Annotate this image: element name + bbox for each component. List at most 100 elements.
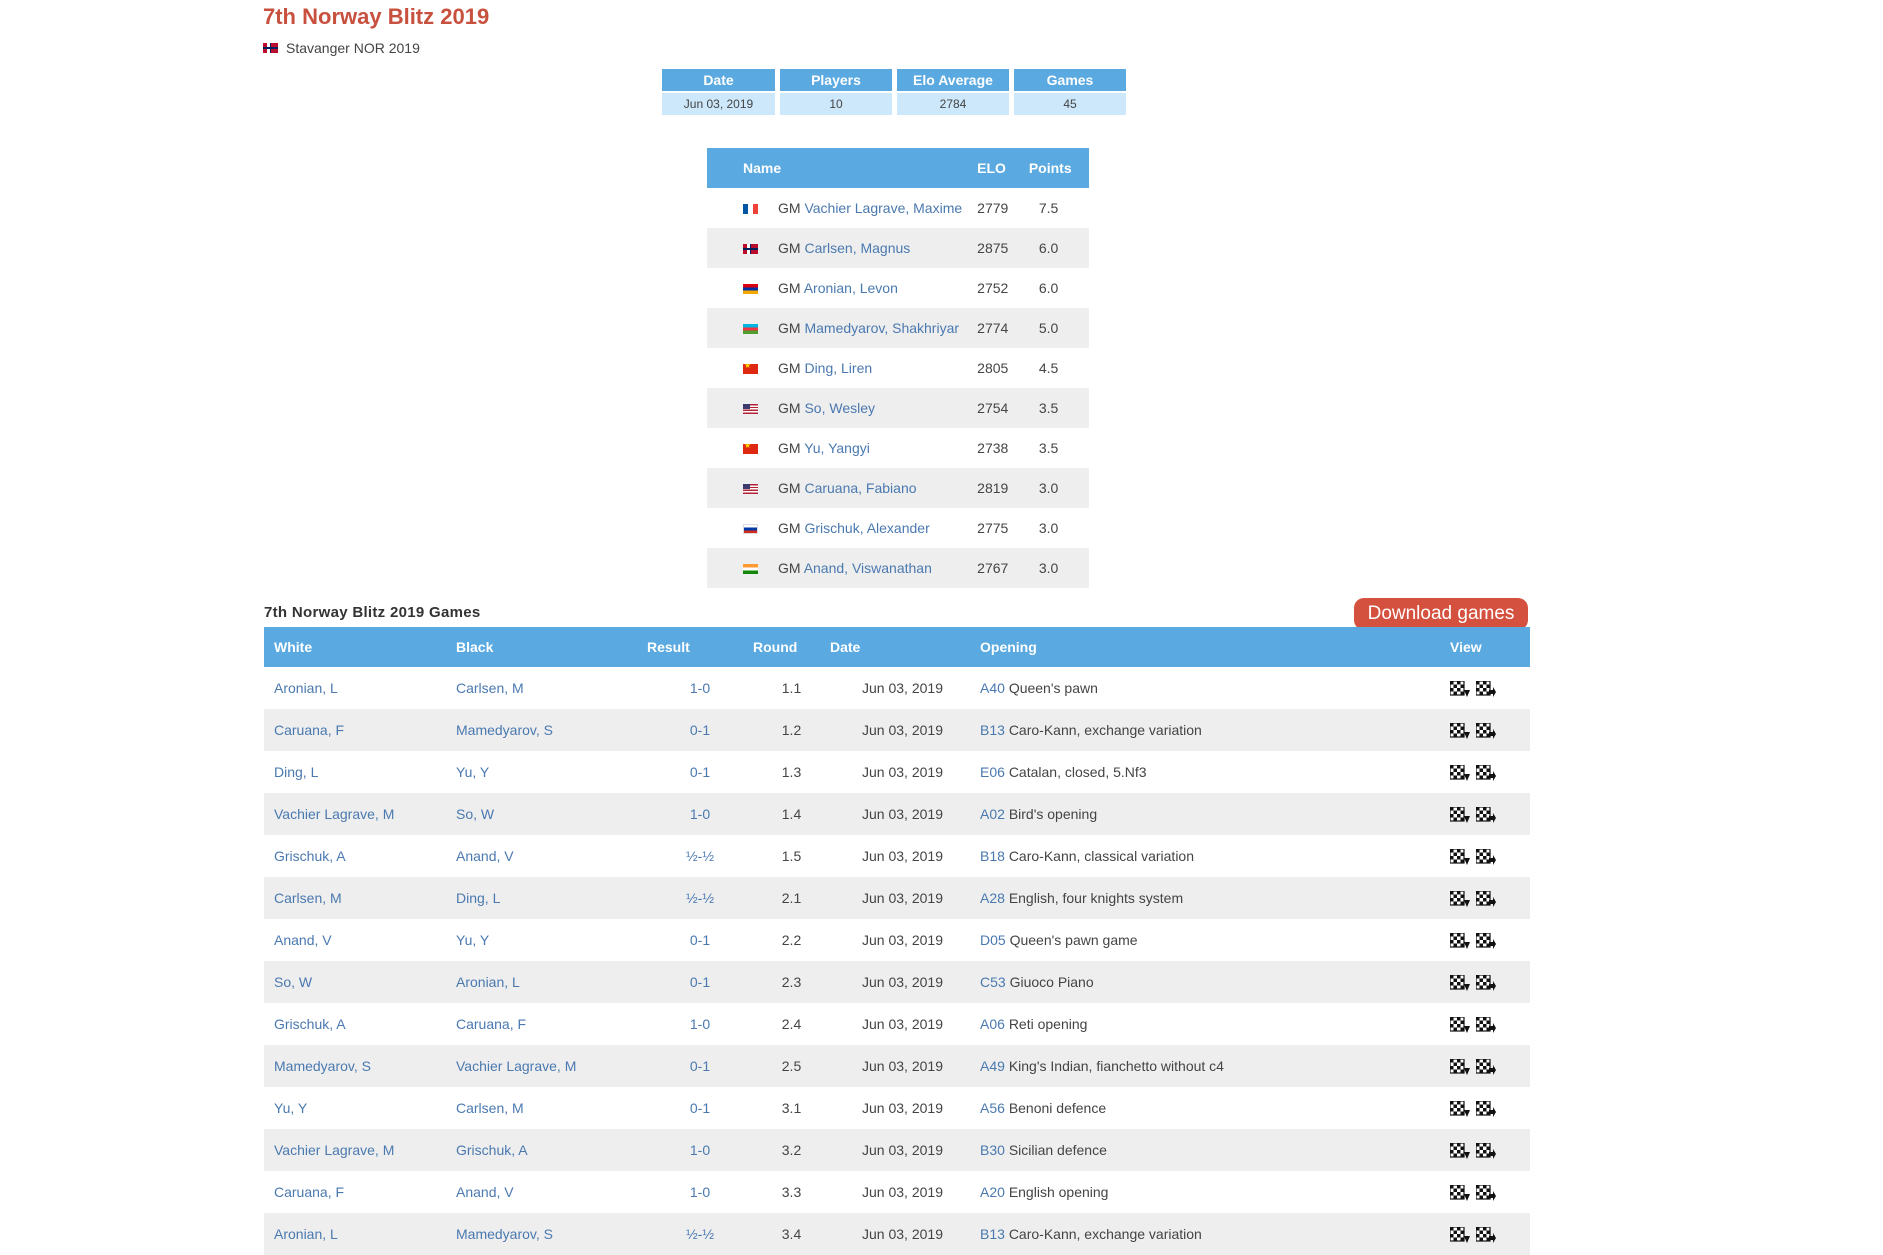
game-black-link[interactable]: Anand, V — [456, 1184, 514, 1200]
game-eco-link[interactable]: B18 — [980, 848, 1005, 864]
game-eco-link[interactable]: C53 — [980, 974, 1006, 990]
chessboard-download-icon[interactable] — [1450, 1016, 1470, 1033]
chessboard-open-icon[interactable] — [1476, 848, 1496, 865]
game-black-link[interactable]: Anand, V — [456, 848, 514, 864]
game-eco-link[interactable]: A56 — [980, 1100, 1005, 1116]
game-black-link[interactable]: Yu, Y — [456, 932, 489, 948]
player-name-link[interactable]: Aronian, Levon — [804, 280, 898, 296]
chessboard-download-icon[interactable] — [1450, 974, 1470, 991]
chessboard-open-icon[interactable] — [1476, 1058, 1496, 1075]
game-white-link[interactable]: Ding, L — [274, 764, 318, 780]
game-result-link[interactable]: 1-0 — [690, 1184, 710, 1200]
game-result-link[interactable]: 1-0 — [690, 1142, 710, 1158]
game-eco-link[interactable]: B30 — [980, 1142, 1005, 1158]
game-black-link[interactable]: Vachier Lagrave, M — [456, 1058, 576, 1074]
chessboard-download-icon[interactable] — [1450, 1058, 1470, 1075]
game-black-link[interactable]: Mamedyarov, S — [456, 1226, 553, 1242]
player-name-link[interactable]: Vachier Lagrave, Maxime — [804, 200, 962, 216]
chessboard-download-icon[interactable] — [1450, 722, 1470, 739]
game-white-link[interactable]: Anand, V — [274, 932, 332, 948]
chessboard-download-icon[interactable] — [1450, 1226, 1470, 1243]
game-white-link[interactable]: So, W — [274, 974, 312, 990]
download-games-button[interactable]: Download games — [1354, 598, 1528, 630]
chessboard-open-icon[interactable] — [1476, 1100, 1496, 1117]
chessboard-open-icon[interactable] — [1476, 680, 1496, 697]
game-eco-link[interactable]: A02 — [980, 806, 1005, 822]
game-result-link[interactable]: ½-½ — [686, 848, 714, 864]
chessboard-download-icon[interactable] — [1450, 806, 1470, 823]
game-black-link[interactable]: Mamedyarov, S — [456, 722, 553, 738]
game-white-link[interactable]: Vachier Lagrave, M — [274, 1142, 394, 1158]
player-name-link[interactable]: Anand, Viswanathan — [804, 560, 932, 576]
game-eco-link[interactable]: A06 — [980, 1016, 1005, 1032]
game-result-link[interactable]: 0-1 — [690, 722, 710, 738]
game-eco-link[interactable]: A20 — [980, 1184, 1005, 1200]
player-name-link[interactable]: Carlsen, Magnus — [804, 240, 910, 256]
player-name-link[interactable]: Ding, Liren — [804, 360, 872, 376]
chessboard-download-icon[interactable] — [1450, 890, 1470, 907]
game-result-link[interactable]: 1-0 — [690, 1016, 710, 1032]
game-black-link[interactable]: Carlsen, M — [456, 1100, 524, 1116]
chessboard-open-icon[interactable] — [1476, 890, 1496, 907]
game-white-link[interactable]: Caruana, F — [274, 722, 344, 738]
chessboard-open-icon[interactable] — [1476, 1142, 1496, 1159]
game-white-link[interactable]: Vachier Lagrave, M — [274, 806, 394, 822]
chessboard-download-icon[interactable] — [1450, 764, 1470, 781]
chessboard-open-icon[interactable] — [1476, 806, 1496, 823]
game-black-link[interactable]: Ding, L — [456, 890, 500, 906]
game-result-link[interactable]: 0-1 — [690, 1058, 710, 1074]
game-black-link[interactable]: So, W — [456, 806, 494, 822]
chessboard-open-icon[interactable] — [1476, 764, 1496, 781]
game-result-cell: 1-0 — [647, 1129, 753, 1171]
game-black-link[interactable]: Yu, Y — [456, 764, 489, 780]
game-black-link[interactable]: Aronian, L — [456, 974, 520, 990]
game-eco-link[interactable]: B13 — [980, 1226, 1005, 1242]
chessboard-download-icon[interactable] — [1450, 932, 1470, 949]
chessboard-open-icon[interactable] — [1476, 932, 1496, 949]
game-result-link[interactable]: 0-1 — [690, 974, 710, 990]
game-result-link[interactable]: 1-0 — [690, 680, 710, 696]
chessboard-open-icon[interactable] — [1476, 1016, 1496, 1033]
player-name-link[interactable]: Mamedyarov, Shakhriyar — [804, 320, 959, 336]
game-black-link[interactable]: Grischuk, A — [456, 1142, 528, 1158]
chessboard-open-icon[interactable] — [1476, 722, 1496, 739]
player-name-link[interactable]: Grischuk, Alexander — [804, 520, 929, 536]
game-date: Jun 03, 2019 — [830, 709, 975, 751]
player-name-link[interactable]: Caruana, Fabiano — [804, 480, 916, 496]
game-eco-link[interactable]: E06 — [980, 764, 1005, 780]
game-white-link[interactable]: Yu, Y — [274, 1100, 307, 1116]
chessboard-open-icon[interactable] — [1476, 974, 1496, 991]
game-result-link[interactable]: 0-1 — [690, 932, 710, 948]
chessboard-open-icon[interactable] — [1476, 1184, 1496, 1201]
game-eco-link[interactable]: A49 — [980, 1058, 1005, 1074]
player-elo: 2805 — [977, 360, 1009, 376]
chessboard-download-icon[interactable] — [1450, 1142, 1470, 1159]
chessboard-download-icon[interactable] — [1450, 848, 1470, 865]
game-white-link[interactable]: Mamedyarov, S — [274, 1058, 371, 1074]
game-result-link[interactable]: 0-1 — [690, 1100, 710, 1116]
player-name-link[interactable]: So, Wesley — [804, 400, 875, 416]
game-white-link[interactable]: Grischuk, A — [274, 848, 346, 864]
game-white-link[interactable]: Aronian, L — [274, 1226, 338, 1242]
game-round: 2.2 — [781, 932, 802, 948]
game-white-link[interactable]: Aronian, L — [274, 680, 338, 696]
game-result-link[interactable]: 0-1 — [690, 764, 710, 780]
game-eco-link[interactable]: D05 — [980, 932, 1006, 948]
game-black-cell: Vachier Lagrave, M — [456, 1045, 647, 1087]
chessboard-download-icon[interactable] — [1450, 680, 1470, 697]
game-result-link[interactable]: ½-½ — [686, 1226, 714, 1242]
game-black-link[interactable]: Caruana, F — [456, 1016, 526, 1032]
game-eco-link[interactable]: A28 — [980, 890, 1005, 906]
chessboard-download-icon[interactable] — [1450, 1100, 1470, 1117]
chessboard-open-icon[interactable] — [1476, 1226, 1496, 1243]
player-name-link[interactable]: Yu, Yangyi — [804, 440, 870, 456]
game-black-link[interactable]: Carlsen, M — [456, 680, 524, 696]
game-result-link[interactable]: ½-½ — [686, 890, 714, 906]
game-white-link[interactable]: Caruana, F — [274, 1184, 344, 1200]
game-white-link[interactable]: Carlsen, M — [274, 890, 342, 906]
chessboard-download-icon[interactable] — [1450, 1184, 1470, 1201]
game-white-link[interactable]: Grischuk, A — [274, 1016, 346, 1032]
game-result-link[interactable]: 1-0 — [690, 806, 710, 822]
game-eco-link[interactable]: B13 — [980, 722, 1005, 738]
game-eco-link[interactable]: A40 — [980, 680, 1005, 696]
